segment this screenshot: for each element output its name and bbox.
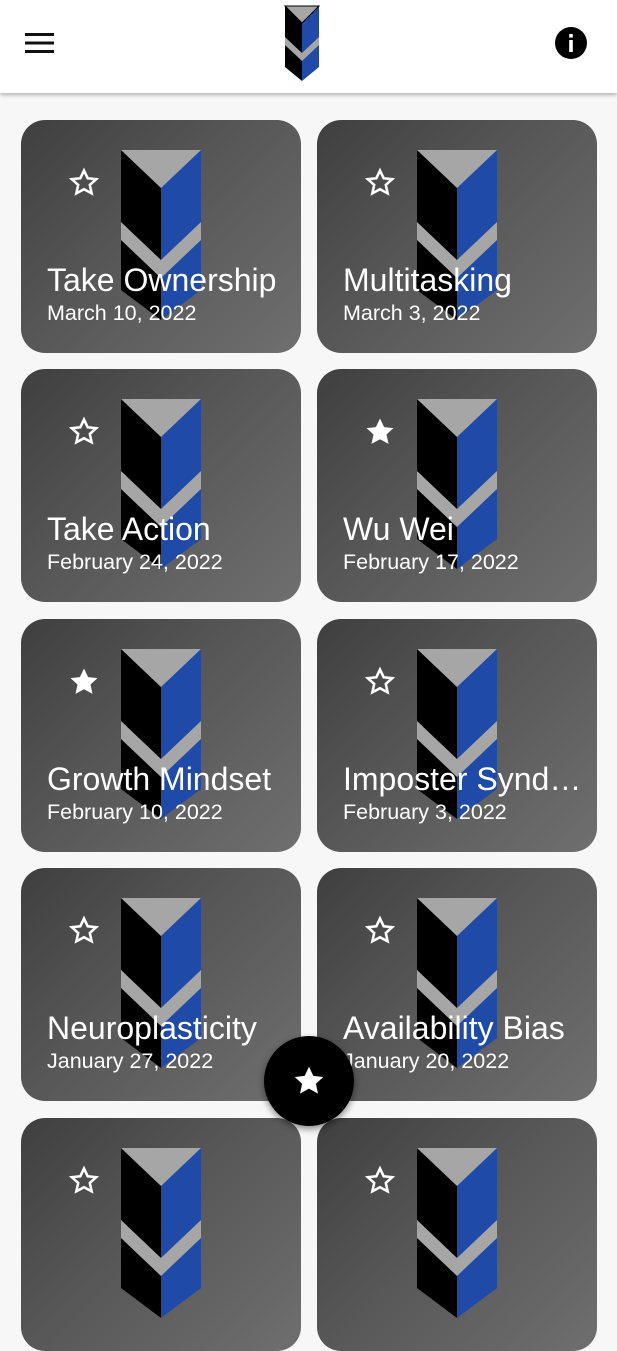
episode-date: January 27, 2022 bbox=[47, 1049, 214, 1073]
episode-card[interactable]: Take Ownership March 10, 2022 bbox=[21, 120, 301, 353]
episode-card[interactable]: Growth Mindset February 10, 2022 bbox=[21, 619, 301, 852]
episode-title: Multitasking bbox=[343, 262, 512, 298]
star-icon bbox=[294, 1066, 324, 1094]
app-bar bbox=[0, 0, 617, 93]
info-icon[interactable] bbox=[553, 25, 589, 61]
chevron-logo-icon bbox=[284, 5, 320, 81]
episode-date: February 10, 2022 bbox=[47, 800, 223, 824]
episode-title: Take Action bbox=[47, 511, 211, 547]
episode-date: March 3, 2022 bbox=[343, 301, 481, 325]
star-outline-icon[interactable] bbox=[67, 415, 101, 449]
episode-title: Growth Mindset bbox=[47, 761, 272, 797]
episode-date: February 24, 2022 bbox=[47, 550, 223, 574]
episode-card[interactable]: Take Action February 24, 2022 bbox=[21, 369, 301, 602]
episode-card[interactable]: Availability Bias January 20, 2022 bbox=[317, 868, 597, 1101]
star-outline-icon[interactable] bbox=[363, 665, 397, 699]
episode-card[interactable] bbox=[317, 1118, 597, 1351]
star-outline-icon[interactable] bbox=[67, 166, 101, 200]
episode-card[interactable]: Neuroplasticity January 27, 2022 bbox=[21, 868, 301, 1101]
episode-date: January 20, 2022 bbox=[343, 1049, 510, 1073]
episode-card[interactable]: Wu Wei February 17, 2022 bbox=[317, 369, 597, 602]
episode-title: Availability Bias bbox=[343, 1010, 565, 1046]
star-outline-icon[interactable] bbox=[363, 1164, 397, 1198]
episode-date: March 10, 2022 bbox=[47, 301, 197, 325]
favorites-fab-button[interactable] bbox=[264, 1036, 354, 1126]
star-outline-icon[interactable] bbox=[363, 166, 397, 200]
episode-title: Take Ownership bbox=[47, 262, 277, 298]
chevron-emblem-icon bbox=[121, 1148, 201, 1318]
episode-grid: Take Ownership March 10, 2022 Multitasking… bbox=[0, 0, 617, 1351]
star-outline-icon[interactable] bbox=[67, 1164, 101, 1198]
star-filled-icon[interactable] bbox=[67, 665, 101, 699]
episode-card[interactable] bbox=[21, 1118, 301, 1351]
episode-card[interactable]: Imposter Syndrome February 3, 2022 bbox=[317, 619, 597, 852]
star-outline-icon[interactable] bbox=[363, 914, 397, 948]
chevron-emblem-icon bbox=[417, 1148, 497, 1318]
episode-date: February 3, 2022 bbox=[343, 800, 507, 824]
menu-icon[interactable] bbox=[21, 26, 59, 60]
star-outline-icon[interactable] bbox=[67, 914, 101, 948]
episode-title: Imposter Syndrome bbox=[343, 761, 591, 797]
episode-date: February 17, 2022 bbox=[343, 550, 519, 574]
episode-title: Wu Wei bbox=[343, 511, 454, 547]
star-filled-icon[interactable] bbox=[363, 415, 397, 449]
episode-card[interactable]: Multitasking March 3, 2022 bbox=[317, 120, 597, 353]
episode-title: Neuroplasticity bbox=[47, 1010, 257, 1046]
